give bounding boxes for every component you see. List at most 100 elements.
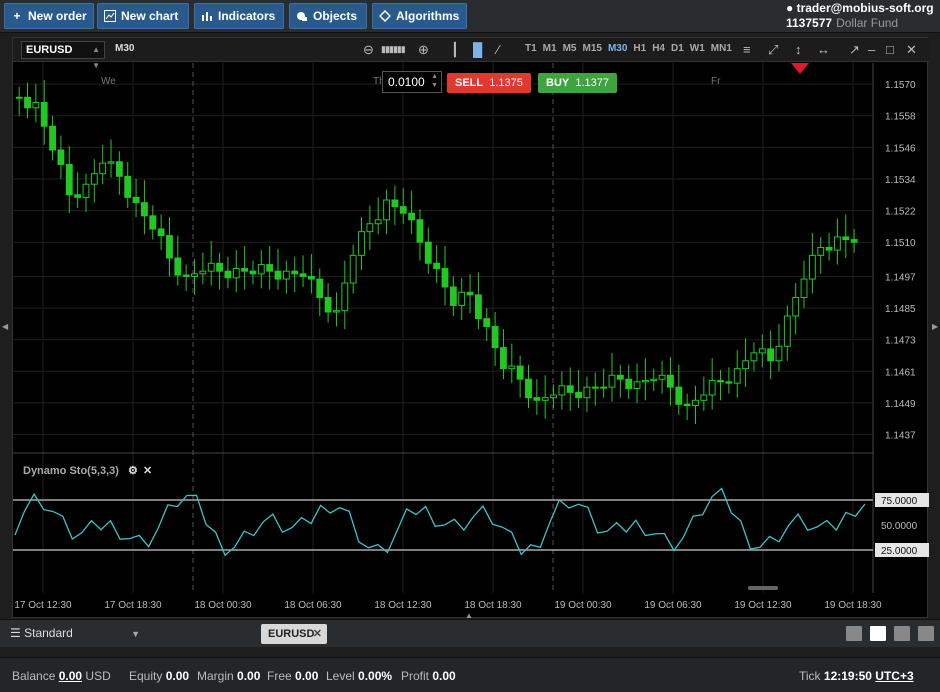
- vertical-resize-icon[interactable]: ↕: [795, 42, 802, 57]
- close-icon[interactable]: ✕: [906, 42, 917, 58]
- objects-button[interactable]: Objects: [289, 3, 367, 29]
- new-order-button[interactable]: + New order: [4, 3, 94, 29]
- price-tick-label: 1.1570: [885, 80, 916, 91]
- candle-body: [850, 239, 858, 243]
- time-value: 12:19:50: [823, 669, 872, 683]
- balance-value[interactable]: 0.00: [59, 669, 82, 683]
- tf-d1[interactable]: D1: [671, 43, 684, 54]
- left-panel-handle-icon[interactable]: ◀: [2, 322, 8, 331]
- candle-body: [700, 394, 708, 401]
- account-info[interactable]: ● trader@mobius-soft.org 1137577 Dollar F…: [786, 1, 934, 31]
- chart-tab-label: EURUSD: [268, 628, 315, 640]
- lot-spinner-icon[interactable]: ▲ ▼: [431, 72, 438, 90]
- indicators-label: Indicators: [218, 9, 276, 23]
- panel-up-handle-icon[interactable]: ▲: [465, 611, 473, 620]
- symbol-select[interactable]: EURUSD ▲ ▼: [21, 41, 105, 70]
- scale-fit-icon[interactable]: ≡: [743, 42, 751, 57]
- candle-body: [174, 257, 182, 276]
- candle-body: [491, 326, 499, 349]
- timezone[interactable]: UTC+3: [875, 669, 913, 683]
- chart-tab-eurusd[interactable]: EURUSD ✕: [261, 624, 327, 644]
- time-tick-label: 18 Oct 06:30: [284, 600, 342, 611]
- right-panel-handle-icon[interactable]: ▶: [932, 322, 938, 331]
- new-chart-button[interactable]: New chart: [97, 3, 189, 29]
- zoom-out-icon[interactable]: ⊖: [363, 42, 374, 58]
- candle-body: [600, 386, 608, 389]
- candle-body: [616, 374, 624, 380]
- candle-body: [333, 310, 340, 313]
- indicators-button[interactable]: Indicators: [194, 3, 284, 29]
- buy-button[interactable]: BUY 1.1377: [538, 73, 618, 93]
- candle-body: [474, 294, 482, 320]
- candle-body: [775, 345, 783, 362]
- candle-body: [224, 270, 232, 279]
- candle-body: [408, 212, 416, 221]
- candle-body: [800, 278, 808, 299]
- price-chart[interactable]: 1.1570 1.1558 1.1546 1.1534 1.1522 1.1510 1.14…: [13, 63, 929, 619]
- chart-icon: [104, 10, 116, 22]
- candle-body: [825, 246, 833, 251]
- tf-m15[interactable]: M15: [582, 43, 601, 54]
- diagonal-resize-icon[interactable]: ⤢: [768, 42, 778, 58]
- remove-indicator-icon[interactable]: ✕: [143, 465, 152, 477]
- close-tab-icon[interactable]: ✕: [313, 624, 322, 644]
- gear-icon[interactable]: ⚙: [128, 465, 138, 477]
- sell-button[interactable]: SELL 1.1375: [447, 73, 531, 93]
- new-order-label: New order: [28, 9, 87, 23]
- candle-body: [291, 270, 299, 275]
- candle-body: [441, 268, 449, 288]
- diamond-icon: [378, 9, 392, 23]
- candle-body: [249, 270, 257, 275]
- candle-body: [182, 274, 190, 277]
- tf-mn1[interactable]: MN1: [711, 43, 732, 54]
- candle-body: [82, 183, 90, 198]
- candle-body: [149, 215, 157, 230]
- maximize-icon[interactable]: □: [886, 42, 894, 57]
- equity-label: Equity: [129, 669, 163, 683]
- layout-rows-icon[interactable]: [918, 626, 934, 641]
- candle-body: [566, 385, 574, 393]
- zoom-in-icon[interactable]: ⊕: [418, 42, 429, 58]
- candle-body: [675, 386, 683, 405]
- algorithms-button[interactable]: Algorithms: [372, 3, 467, 29]
- candle-body: [299, 273, 307, 277]
- candle-body: [191, 273, 198, 277]
- candle-body: [834, 236, 841, 251]
- tf-h1[interactable]: H1: [633, 43, 646, 54]
- candle-body: [216, 262, 223, 272]
- horizontal-resize-icon[interactable]: ↔: [817, 42, 830, 57]
- tf-w1[interactable]: W1: [690, 43, 705, 54]
- free: Free 0.00: [267, 669, 318, 683]
- lot-value: 0.0100: [388, 75, 425, 89]
- candle-body: [817, 246, 825, 256]
- candle-body: [733, 368, 741, 384]
- workspace-select[interactable]: ☰ Standard ▼: [10, 626, 140, 640]
- candle-body: [708, 380, 716, 396]
- candle-body: [374, 219, 382, 225]
- layout-single-icon[interactable]: [846, 626, 862, 641]
- candle-body: [550, 394, 557, 399]
- menu-icon: ☰: [10, 626, 21, 640]
- tf-m30[interactable]: M30: [608, 43, 627, 54]
- tf-h4[interactable]: H4: [652, 43, 665, 54]
- candle-body: [274, 270, 282, 280]
- tf-m1[interactable]: M1: [543, 43, 557, 54]
- bar-type-icon[interactable]: ┃: [451, 42, 459, 58]
- minimize-icon[interactable]: –: [868, 42, 875, 57]
- account-fund: Dollar Fund: [836, 16, 899, 30]
- candle-type-icon[interactable]: █: [473, 42, 482, 57]
- layout-grid-icon[interactable]: [870, 626, 886, 641]
- account-number: 1137577: [786, 16, 833, 30]
- tf-t1[interactable]: T1: [525, 43, 537, 54]
- candle-body: [65, 163, 73, 196]
- price-tick-label: 1.1461: [885, 367, 916, 378]
- candle-body: [783, 315, 791, 347]
- line-type-icon[interactable]: ∕: [497, 42, 499, 57]
- popout-icon[interactable]: ↗: [849, 42, 860, 58]
- layout-columns-icon[interactable]: [894, 626, 910, 641]
- zoom-slider[interactable]: ▮▮▮▮▮▮: [381, 44, 406, 55]
- lot-size-input[interactable]: 0.0100 ▲ ▼: [382, 71, 442, 93]
- timeframe-selector: T1 M1 M5 M15 M30 H1 H4 D1 W1 MN1: [525, 43, 732, 54]
- tf-m5[interactable]: M5: [563, 43, 577, 54]
- time-tick-label: 19 Oct 00:30: [554, 600, 612, 611]
